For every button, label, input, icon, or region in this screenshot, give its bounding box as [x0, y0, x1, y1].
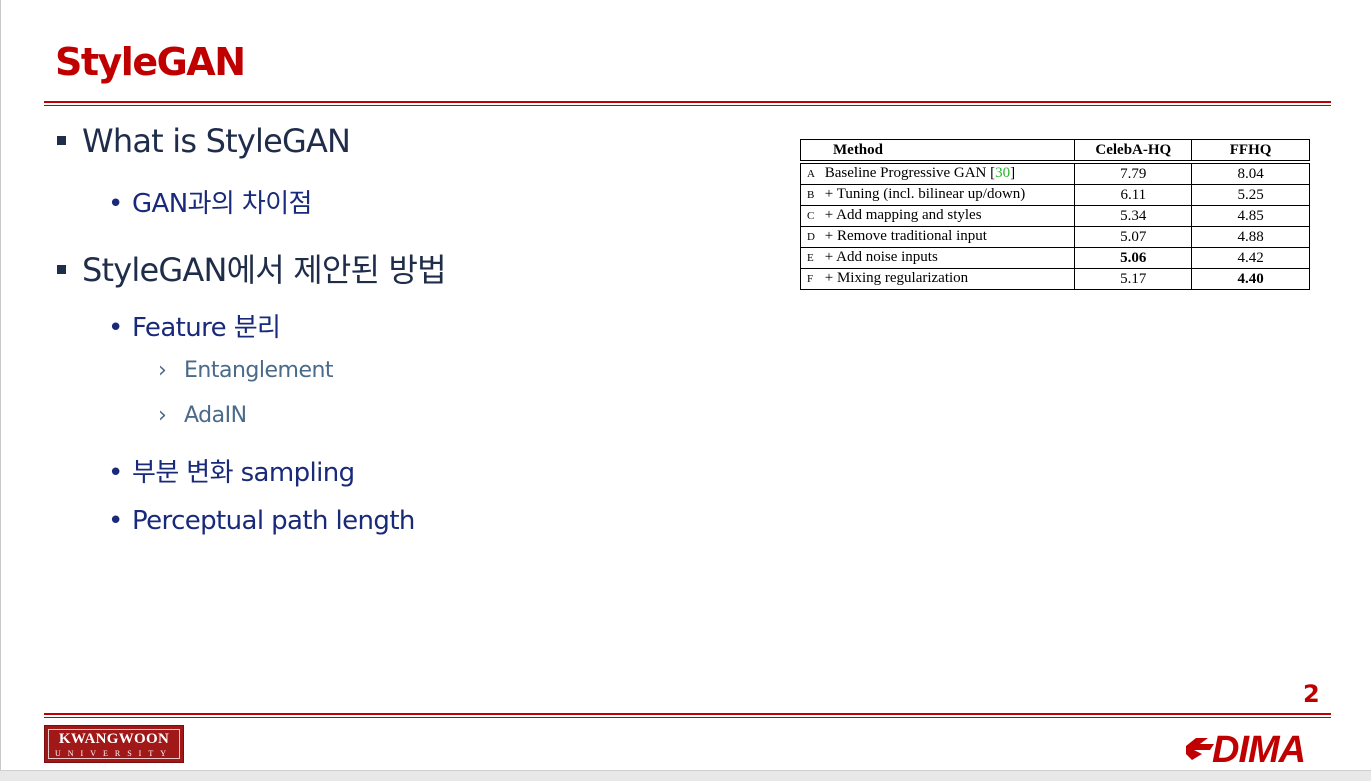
bullet-text: What is StyleGAN: [82, 122, 351, 160]
header-celeba-hq: CelebA-HQ: [1074, 139, 1193, 161]
kwangwoon-university-logo: KWANGWOON UNIVERSITY: [44, 725, 184, 763]
ffhq-cell-best: 4.40: [1191, 268, 1310, 290]
celeba-cell-best: 5.06: [1074, 247, 1193, 269]
method-text: + Add mapping and styles: [824, 207, 982, 223]
method-text: + Tuning (incl. bilinear up/down): [824, 186, 1026, 202]
logo-university-sub: UNIVERSITY: [55, 749, 173, 758]
slide-left-edge: [0, 0, 1, 780]
table-row: B + Tuning (incl. bilinear up/down) 6.11…: [799, 184, 1310, 206]
bullet-text: StyleGAN에서 제안된 방법: [82, 251, 447, 289]
dima-lab-logo: DIMA: [1186, 729, 1306, 766]
footer-divider-bottom: [44, 717, 1331, 718]
chevron-right-icon: ›: [158, 403, 167, 428]
ffhq-cell: 8.04: [1191, 163, 1310, 185]
title-divider-top: [44, 101, 1331, 103]
header-method: Method: [799, 139, 1076, 161]
celeba-cell: 5.17: [1074, 268, 1193, 290]
celeba-cell: 7.79: [1074, 163, 1193, 185]
dragon-emblem-icon: [1186, 738, 1214, 760]
bullet-text: Entanglement: [184, 358, 334, 383]
bullet-text: GAN과의 차이점: [132, 189, 312, 219]
dot-bullet-icon: •: [108, 189, 123, 219]
bottom-strip: [0, 770, 1371, 781]
celeba-cell: 5.07: [1074, 226, 1193, 248]
method-cell: C + Add mapping and styles: [799, 205, 1076, 227]
citation-link[interactable]: 30: [995, 165, 1010, 181]
row-letter: C: [807, 210, 815, 222]
row-letter: F: [807, 273, 814, 285]
bullet-text: Perceptual path length: [132, 506, 415, 536]
celeba-cell: 6.11: [1074, 184, 1193, 206]
table-row: A Baseline Progressive GAN [30] 7.79 8.0…: [799, 163, 1310, 185]
method-cell: B + Tuning (incl. bilinear up/down): [799, 184, 1076, 206]
method-text: + Remove traditional input: [824, 228, 987, 244]
ffhq-cell: 5.25: [1191, 184, 1310, 206]
bullet-text: 부분 변화 sampling: [132, 458, 355, 488]
logo-university-name: KWANGWOON: [58, 731, 170, 747]
method-cell: A Baseline Progressive GAN [30]: [799, 163, 1076, 185]
bullet-what-is-stylegan: What is StyleGAN: [57, 122, 351, 160]
bullet-feature-separation: • Feature 분리: [108, 307, 281, 344]
table-row: C + Add mapping and styles 5.34 4.85: [799, 205, 1310, 227]
method-cell: F + Mixing regularization: [799, 268, 1076, 290]
table-row: D + Remove traditional input 5.07 4.88: [799, 226, 1310, 248]
method-cell: E + Add noise inputs: [799, 247, 1076, 269]
method-text-end: ]: [1010, 165, 1016, 181]
ffhq-cell: 4.85: [1191, 205, 1310, 227]
bullet-text: AdaIN: [184, 403, 247, 428]
row-letter: D: [807, 231, 815, 243]
results-table: Method CelebA-HQ FFHQ A Baseline Progres…: [799, 139, 1310, 290]
method-text: + Add noise inputs: [824, 249, 938, 265]
bullet-proposed-methods: StyleGAN에서 제안된 방법: [57, 245, 447, 291]
bullet-partial-sampling: • 부분 변화 sampling: [108, 452, 355, 489]
table-row: E + Add noise inputs 5.06 4.42: [799, 247, 1310, 269]
bullet-gan-difference: • GAN과의 차이점: [108, 183, 312, 220]
page-number: 2: [1303, 680, 1320, 708]
bullet-perceptual-path-length: • Perceptual path length: [108, 506, 415, 536]
table-row: F + Mixing regularization 5.17 4.40: [799, 268, 1310, 290]
dot-bullet-icon: •: [108, 506, 123, 536]
header-ffhq: FFHQ: [1191, 139, 1310, 161]
bullet-adain: › AdaIN: [158, 403, 247, 428]
title-divider-bottom: [44, 105, 1331, 106]
table-header-row: Method CelebA-HQ FFHQ: [799, 139, 1310, 161]
ffhq-cell: 4.88: [1191, 226, 1310, 248]
row-letter: B: [807, 189, 815, 201]
dima-logo-text: DIMA: [1212, 729, 1305, 766]
bullet-entanglement: › Entanglement: [158, 358, 334, 383]
square-bullet-icon: [57, 135, 66, 145]
bullet-text: Feature 분리: [132, 313, 281, 343]
method-text: Baseline Progressive GAN [: [824, 165, 996, 181]
square-bullet-icon: [57, 264, 66, 274]
footer-divider-top: [44, 713, 1331, 715]
row-letter: E: [807, 252, 814, 264]
row-letter: A: [807, 168, 815, 180]
dot-bullet-icon: •: [108, 313, 123, 343]
method-cell: D + Remove traditional input: [799, 226, 1076, 248]
chevron-right-icon: ›: [158, 358, 167, 383]
slide-title: StyleGAN: [55, 40, 246, 84]
celeba-cell: 5.34: [1074, 205, 1193, 227]
ffhq-cell: 4.42: [1191, 247, 1310, 269]
dot-bullet-icon: •: [108, 458, 123, 488]
method-text: + Mixing regularization: [824, 270, 969, 286]
